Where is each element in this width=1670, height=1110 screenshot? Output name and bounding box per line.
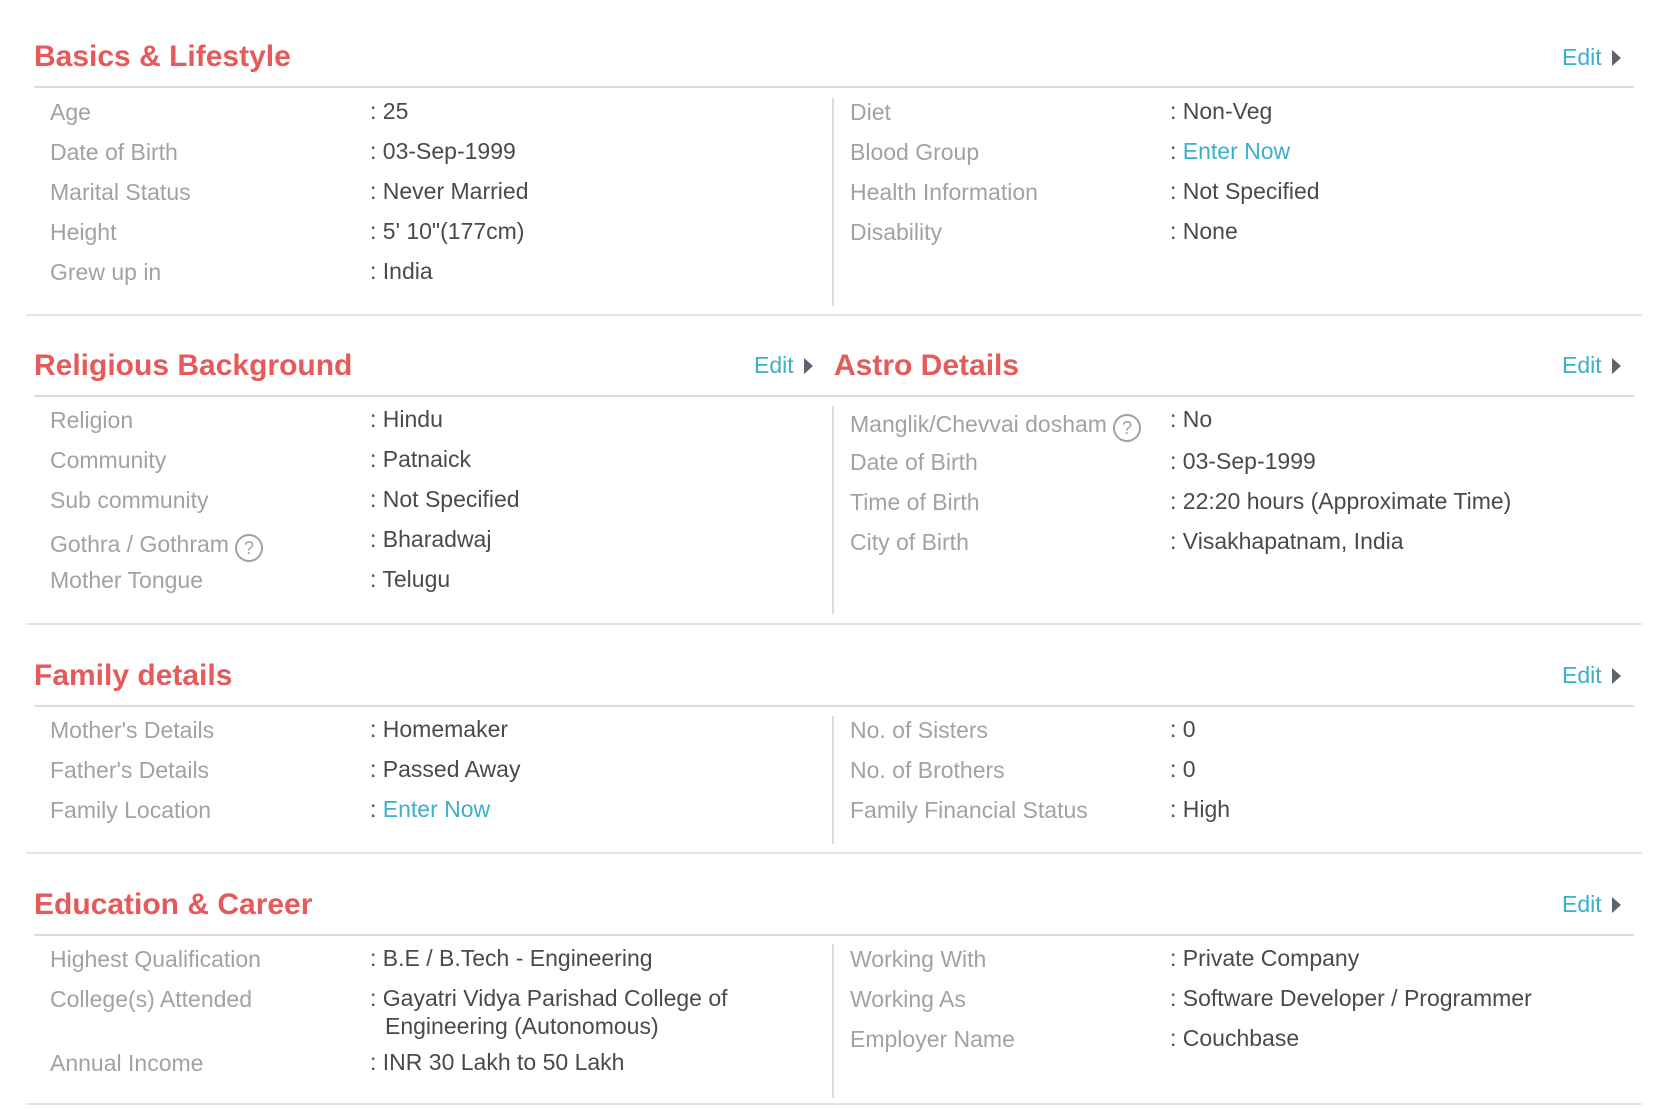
field-value: : B.E / B.Tech - Engineering [370,945,653,971]
section-divider [34,705,1634,707]
edit-religious-button[interactable]: Edit [754,352,813,379]
section-separator [26,852,1642,854]
field-label: Age [50,99,91,125]
field-label: Father's Details [50,757,210,783]
enter-now-link[interactable]: Enter Now [383,796,490,822]
field-label: Family Location [50,797,212,823]
field-label: Diet [850,99,891,125]
edit-family-button[interactable]: Edit [1562,662,1621,689]
field-label: City of Birth [850,529,969,555]
section-separator [26,314,1642,316]
edit-label: Edit [1562,44,1602,70]
field-value: : None [1170,218,1238,244]
field-label: Religion [50,407,134,433]
question-circle-icon[interactable]: ? [1112,414,1141,442]
field-value: : INR 30 Lakh to 50 Lakh [370,1049,625,1075]
field-value: : Telugu [370,566,451,592]
field-value: : Enter Now [1170,138,1291,164]
edit-label: Edit [1562,662,1602,688]
caret-right-icon [1611,50,1621,66]
section-divider [34,934,1634,936]
profile-details-page: Basics & Lifestyle Edit Age : 25 Date of… [0,0,1670,1110]
field-label: Height [50,219,117,245]
field-value: : Bharadwaj [370,526,492,552]
field-value: : Passed Away [370,756,521,782]
field-value: : Not Specified [1170,178,1320,204]
field-value: : Patnaick [370,446,471,472]
field-label: No. of Brothers [850,757,1005,783]
field-value: : Private Company [1170,945,1360,971]
section-separator [26,1103,1642,1105]
field-label: Highest Qualification [50,946,261,972]
field-value: : Couchbase [1170,1025,1300,1051]
section-title-astro-details: Astro Details [834,349,1020,382]
field-value: : Not Specified [370,486,520,512]
field-label: Disability [850,219,943,245]
question-circle-icon[interactable]: ? [234,534,263,562]
caret-right-icon [803,358,813,374]
field-label: Time of Birth [850,489,980,515]
field-value: : Visakhapatnam, India [1170,528,1404,554]
field-label: Grew up in [50,259,162,285]
edit-astro-button[interactable]: Edit [1562,352,1621,379]
field-value: : 0 [1170,716,1196,742]
section-title-religious-background: Religious Background [34,349,353,382]
field-label: Date of Birth [50,139,178,165]
field-label: Sub community [50,487,209,513]
enter-now-link[interactable]: Enter Now [1183,138,1290,164]
field-label: Marital Status [50,179,191,205]
column-divider [832,406,834,614]
edit-label: Edit [754,352,794,378]
field-label: Working With [850,946,987,972]
edit-basics-button[interactable]: Edit [1562,44,1621,71]
field-label: Employer Name [850,1026,1015,1052]
field-value: : 5' 10"(177cm) [370,218,525,244]
field-value: : Software Developer / Programmer [1170,985,1532,1011]
field-label: Family Financial Status [850,797,1088,823]
field-value: : Never Married [370,178,529,204]
field-label: Mother's Details [50,717,215,743]
caret-right-icon [1611,358,1621,374]
field-value: : Non-Veg [1170,98,1273,124]
field-value: : No [1170,406,1213,432]
field-value: : 25 [370,98,409,124]
field-value: : Enter Now [370,796,491,822]
edit-label: Edit [1562,352,1602,378]
field-label: Blood Group [850,139,980,165]
caret-right-icon [1611,897,1621,913]
section-title-basics-lifestyle: Basics & Lifestyle [34,40,291,73]
field-label: Health Information [850,179,1038,205]
edit-education-button[interactable]: Edit [1562,891,1621,918]
field-label: College(s) Attended [50,986,253,1012]
field-value: : 0 [1170,756,1196,782]
field-value: : 03-Sep-1999 [1170,448,1316,474]
field-value: : Gayatri Vidya Parishad College of [370,985,728,1011]
field-value: : 03-Sep-1999 [370,138,516,164]
field-label: Date of Birth [850,449,978,475]
field-label-manglik: Manglik/Chevvai dosham? [850,411,1141,442]
caret-right-icon [1611,668,1621,684]
field-label: No. of Sisters [850,717,989,743]
section-title-education-career: Education & Career [34,888,313,921]
field-label: Community [50,447,167,473]
column-divider [832,944,834,1098]
section-separator [26,623,1642,625]
section-divider [34,395,1634,397]
field-label: Mother Tongue [50,567,204,593]
field-value: : High [1170,796,1231,822]
field-value: : 22:20 hours (Approximate Time) [1170,488,1512,514]
field-label: Annual Income [50,1050,204,1076]
field-value: : India [370,258,433,284]
column-divider [832,98,834,306]
edit-label: Edit [1562,891,1602,917]
section-divider [34,86,1634,88]
field-value: : Hindu [370,406,443,432]
field-value-continuation: Engineering (Autonomous) [385,1013,659,1039]
field-value: : Homemaker [370,716,509,742]
column-divider [832,716,834,844]
section-title-family-details: Family details [34,659,233,692]
field-label-gothra: Gothra / Gothram? [50,531,263,562]
field-label: Working As [850,986,966,1012]
